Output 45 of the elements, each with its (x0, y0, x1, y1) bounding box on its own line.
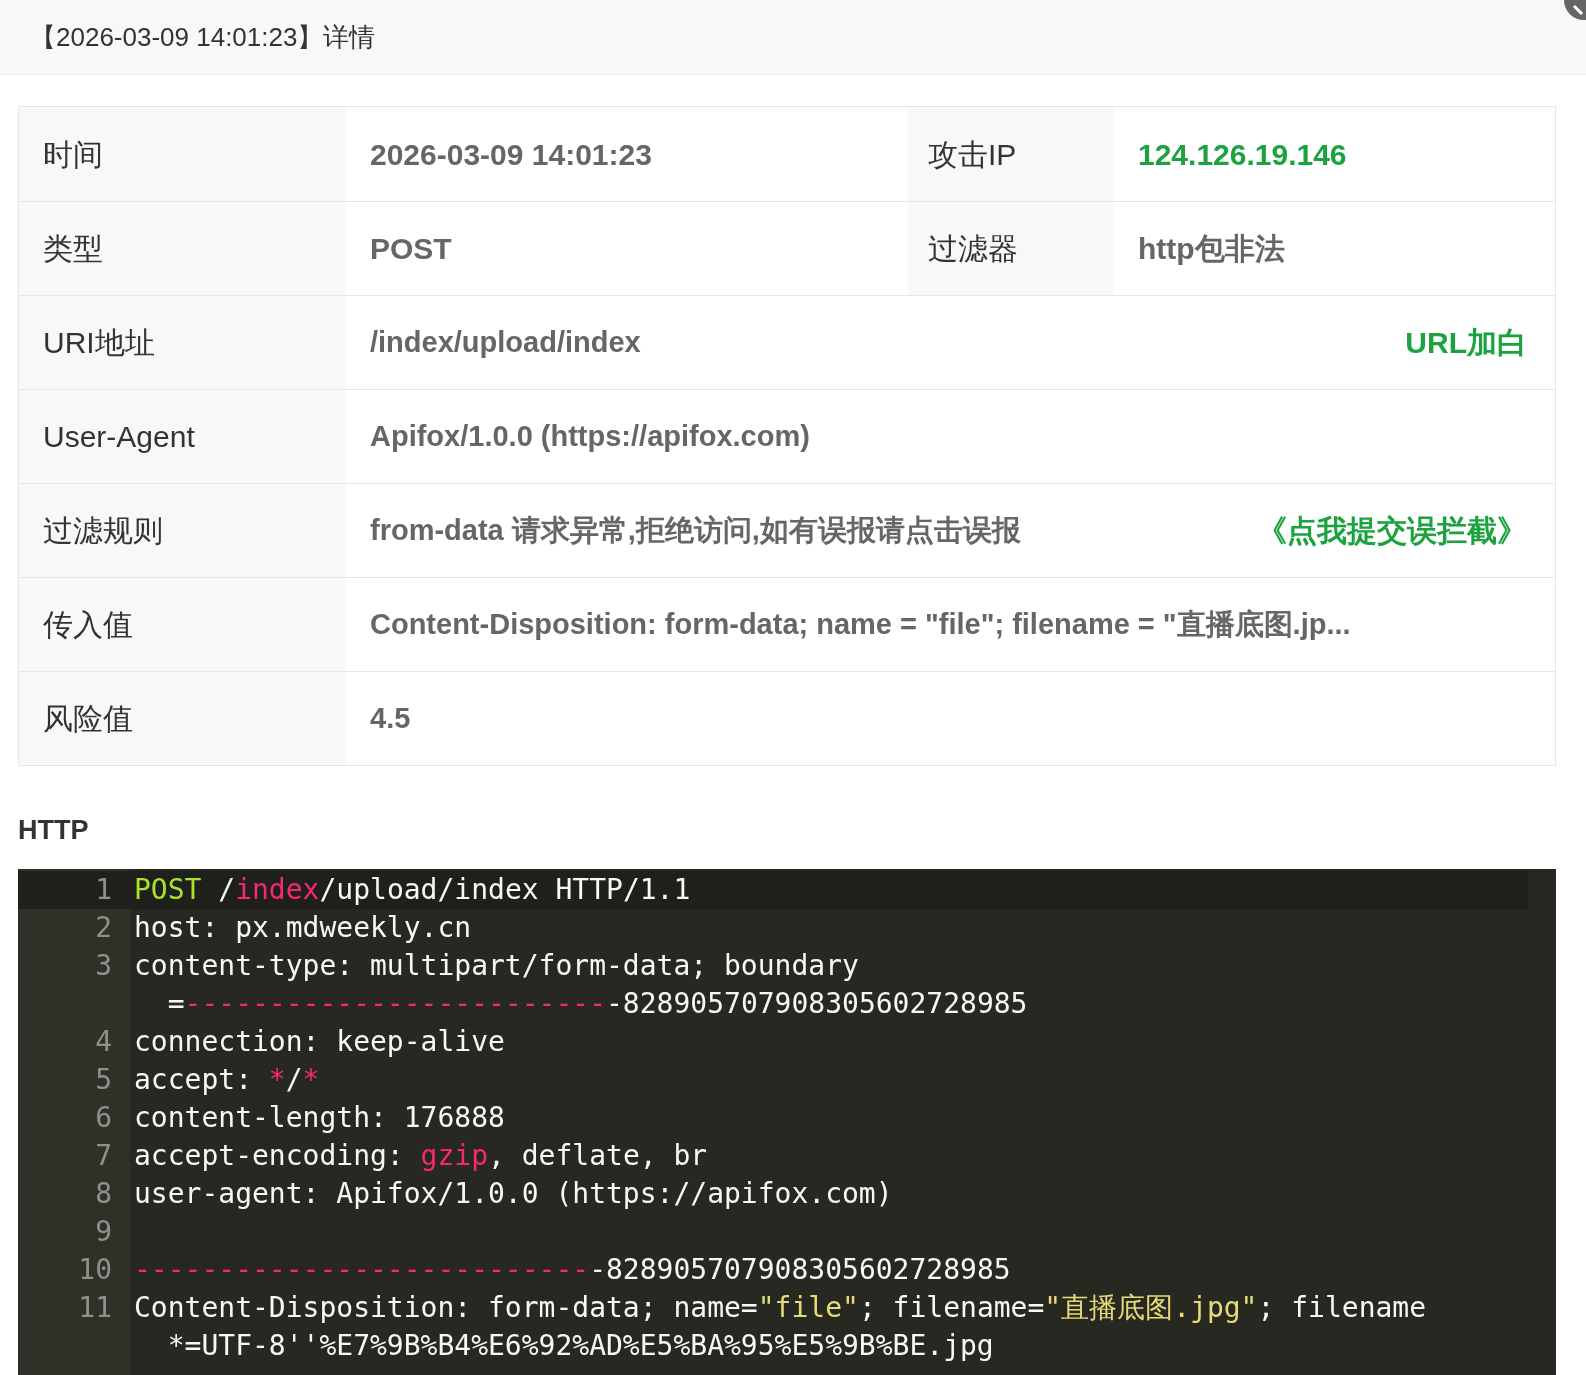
code-line: content-type: multipart/form-data; boundary (134, 948, 859, 982)
code-line: ----------------------------828905707908305602728985 (134, 1252, 1011, 1286)
code-line: accept-encoding: gzip, deflate, br (134, 1138, 708, 1172)
code-line: connection: keep-alive (134, 1024, 505, 1058)
field-label: 类型 (43, 231, 103, 267)
field-value: /index/upload/index (370, 324, 641, 360)
field-value: Apifox/1.0.0 (https://apifox.com) (370, 418, 810, 454)
field-label: 风险值 (43, 701, 133, 737)
line-number: 1 (95, 872, 112, 906)
field-value: Content-Disposition: form-data; name = "file"; filename = "直播底图.jp... (370, 606, 1351, 642)
dialog-title: 【2026-03-09 14:01:23】详情 (30, 20, 376, 54)
code-line: POST /index/upload/index HTTP/1.1 (134, 872, 691, 906)
line-number: 2 (95, 910, 112, 944)
code-line: host: px.mdweekly.cn (134, 910, 472, 944)
field-label: User-Agent (43, 419, 195, 455)
code-line: content-length: 176888 (134, 1100, 505, 1134)
code-line: Content-Disposition: form-data; name="file"; filename="直播底图.jpg"; filename (134, 1290, 1427, 1324)
line-number: 7 (95, 1138, 112, 1172)
line-number: 4 (95, 1024, 112, 1058)
field-label: 过滤规则 (43, 513, 163, 549)
field-label: URI地址 (43, 325, 155, 361)
field-label: 过滤器 (928, 231, 1018, 267)
section-heading: HTTP (18, 814, 90, 847)
field-value: 124.126.19.146 (1138, 136, 1347, 173)
line-number: 10 (78, 1252, 112, 1286)
line-number: 5 (95, 1062, 112, 1096)
field-value: 2026-03-09 14:01:23 (370, 136, 652, 173)
field-value: http包非法 (1138, 231, 1285, 267)
line-number: 9 (95, 1214, 112, 1248)
field-label: 时间 (43, 136, 103, 173)
code-line: *=UTF-8''%E7%9B%B4%E6%92%AD%E5%BA%95%E5%9B%BE.jpg (166, 1328, 994, 1362)
line-number: 3 (95, 948, 112, 982)
code-line: accept: */* (134, 1062, 320, 1096)
action-link[interactable]: 《点我提交误拦截》 (1257, 508, 1527, 553)
line-number: 11 (78, 1290, 112, 1324)
line-number: 8 (95, 1176, 112, 1210)
code-line: user-agent: Apifox/1.0.0 (https://apifox.com) (134, 1176, 893, 1210)
field-label: 攻击IP (928, 136, 1017, 173)
field-value: from-data 请求异常,拒绝访问,如有误报请点击误报 (370, 512, 1021, 548)
field-label: 传入值 (43, 607, 133, 643)
action-link[interactable]: URL加白 (1405, 320, 1527, 365)
code-line: =--------------------------828905707908305602728985 (166, 986, 1028, 1020)
field-value: 4.5 (370, 700, 411, 736)
line-number: 6 (95, 1100, 112, 1134)
field-value: POST (370, 231, 452, 267)
